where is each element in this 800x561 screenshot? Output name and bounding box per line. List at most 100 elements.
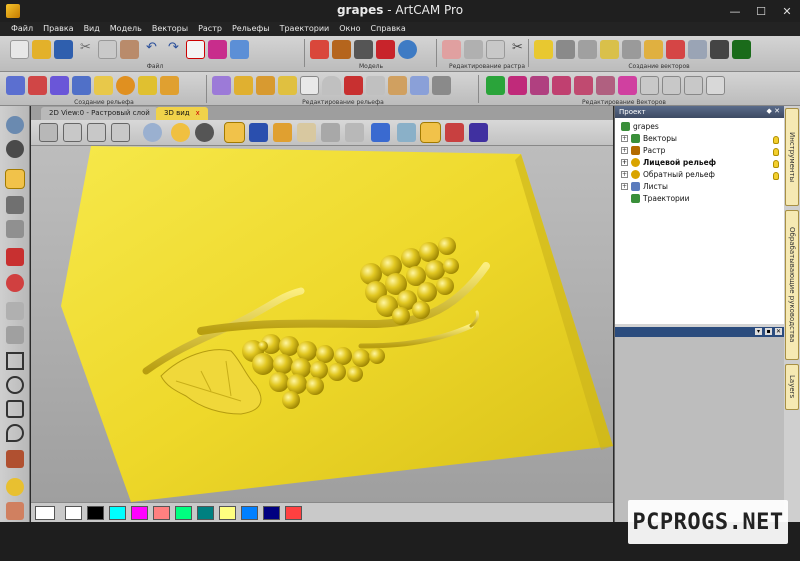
select-arrow-icon[interactable]	[5, 169, 25, 189]
vector-cut-icon[interactable]	[622, 39, 641, 59]
vector-align-icon[interactable]	[552, 75, 571, 95]
menu-vectors[interactable]: Векторы	[147, 22, 193, 36]
vector-pen-icon[interactable]	[644, 39, 663, 59]
relief-layer-icon[interactable]	[212, 75, 231, 95]
color-swatch[interactable]	[153, 506, 170, 520]
primary-color-swatch[interactable]	[35, 506, 55, 520]
tree-item-back-relief[interactable]: + Обратный рельеф	[621, 170, 715, 179]
open-folder-icon[interactable]	[32, 39, 51, 59]
relief-star-icon[interactable]	[50, 75, 69, 95]
color-swatch[interactable]	[65, 506, 82, 520]
vector-fillet-icon[interactable]	[618, 75, 637, 95]
vector-shape-icon[interactable]	[684, 75, 703, 95]
menu-help[interactable]: Справка	[366, 22, 411, 36]
settings-icon[interactable]	[230, 39, 249, 59]
shade-icon[interactable]	[321, 123, 340, 142]
panel-close-icon[interactable]: ✕	[775, 328, 782, 335]
relief-lines-icon[interactable]	[72, 75, 91, 95]
light-icon[interactable]	[171, 123, 190, 142]
shape-editor-icon[interactable]	[6, 75, 25, 95]
vector-offset-icon[interactable]	[596, 75, 615, 95]
view-side-icon[interactable]	[111, 123, 130, 142]
raster-scissors-icon[interactable]: ✂	[508, 40, 527, 59]
visibility-bulb-icon[interactable]	[773, 172, 779, 180]
maximize-icon[interactable]: ☐	[748, 0, 774, 22]
node-edit-icon[interactable]	[6, 196, 24, 214]
polygon-icon[interactable]	[6, 400, 24, 418]
color-swatch[interactable]	[197, 506, 214, 520]
color-swatch[interactable]	[131, 506, 148, 520]
relief-plane-icon[interactable]	[224, 122, 245, 143]
menu-model[interactable]: Модель	[105, 22, 147, 36]
side-tab-layers[interactable]: Layers	[785, 364, 799, 410]
expand-icon[interactable]: +	[621, 183, 628, 190]
cap-icon[interactable]	[376, 39, 395, 59]
wireframe-icon[interactable]	[345, 123, 364, 142]
color-swatch[interactable]	[263, 506, 280, 520]
panel-collapse-icon[interactable]: ▾	[755, 328, 762, 335]
pencil-icon[interactable]	[6, 248, 24, 266]
view-front-icon[interactable]	[87, 123, 106, 142]
vector-wave-icon[interactable]	[688, 39, 707, 59]
panel-pin-icon[interactable]: ▪	[765, 328, 772, 335]
expand-icon[interactable]: +	[621, 147, 628, 154]
new-file-icon[interactable]	[10, 39, 29, 59]
minimize-icon[interactable]: —	[722, 0, 748, 22]
extrude-icon[interactable]	[28, 75, 47, 95]
teddy-bear-icon[interactable]	[332, 39, 351, 59]
zoom-view-icon[interactable]	[143, 123, 162, 142]
side-tab-tools[interactable]: Инструменты	[785, 108, 799, 206]
expand-icon[interactable]: +	[621, 171, 628, 178]
relief-blend-icon[interactable]	[388, 75, 407, 95]
edit-page-icon[interactable]	[186, 39, 205, 59]
vector-join-icon[interactable]	[508, 75, 527, 95]
relief-column-icon[interactable]	[366, 75, 385, 95]
vector-group-icon[interactable]	[640, 75, 659, 95]
relief-mirror-icon[interactable]	[410, 75, 429, 95]
relief-weight-icon[interactable]	[300, 75, 319, 95]
vector-wave-edit-icon[interactable]	[574, 75, 593, 95]
redo-icon[interactable]: ↷	[164, 40, 183, 59]
relief-text-icon[interactable]	[160, 75, 179, 95]
menu-raster[interactable]: Растр	[193, 22, 227, 36]
menu-toolpaths[interactable]: Траектории	[275, 22, 335, 36]
arc-icon[interactable]	[6, 424, 24, 442]
star-wand-icon[interactable]	[534, 39, 553, 59]
eraser-icon[interactable]	[208, 39, 227, 59]
drop-icon[interactable]	[6, 478, 24, 496]
vector-arrow-icon[interactable]	[600, 39, 619, 59]
diamond-icon[interactable]	[469, 123, 488, 142]
visibility-bulb-icon[interactable]	[773, 160, 779, 168]
menu-window[interactable]: Окно	[334, 22, 365, 36]
view-top-icon[interactable]	[63, 123, 82, 142]
model-size-icon[interactable]	[310, 39, 329, 59]
raster-paint-icon[interactable]	[442, 39, 461, 59]
copy-icon[interactable]	[98, 39, 117, 59]
expand-icon[interactable]: +	[621, 159, 628, 166]
menu-reliefs[interactable]: Рельефы	[227, 22, 275, 36]
eye-icon[interactable]	[195, 123, 214, 142]
node-grid-icon[interactable]	[556, 39, 575, 59]
render-icon[interactable]	[273, 123, 292, 142]
crosshair-icon[interactable]	[6, 140, 24, 158]
bitmap-icon[interactable]	[6, 502, 24, 520]
tree-item-sheets[interactable]: + Листы	[621, 182, 668, 191]
visibility-bulb-icon[interactable]	[773, 148, 779, 156]
zoom-icon[interactable]	[6, 116, 24, 134]
vector-nodes-icon[interactable]	[578, 39, 597, 59]
brush-icon[interactable]	[371, 123, 390, 142]
undo-icon[interactable]: ↶	[142, 40, 161, 59]
text-tool-icon[interactable]	[6, 450, 24, 468]
color-swatch[interactable]	[175, 506, 192, 520]
tree-item-raster[interactable]: + Растр	[621, 146, 665, 155]
rectangle-icon[interactable]	[6, 352, 24, 370]
tab-2d-view[interactable]: 2D View:0 - Растровый слой	[41, 107, 158, 120]
raster-fill-icon[interactable]	[464, 39, 483, 59]
vector-monitor-icon[interactable]	[732, 39, 751, 59]
nrs-text-icon[interactable]	[710, 39, 729, 59]
material-icon[interactable]	[297, 123, 316, 142]
relief-texture-icon[interactable]	[116, 75, 135, 95]
close-icon[interactable]: ✕	[774, 0, 800, 22]
3d-viewport[interactable]	[31, 146, 613, 502]
paint-icon[interactable]	[6, 274, 24, 292]
